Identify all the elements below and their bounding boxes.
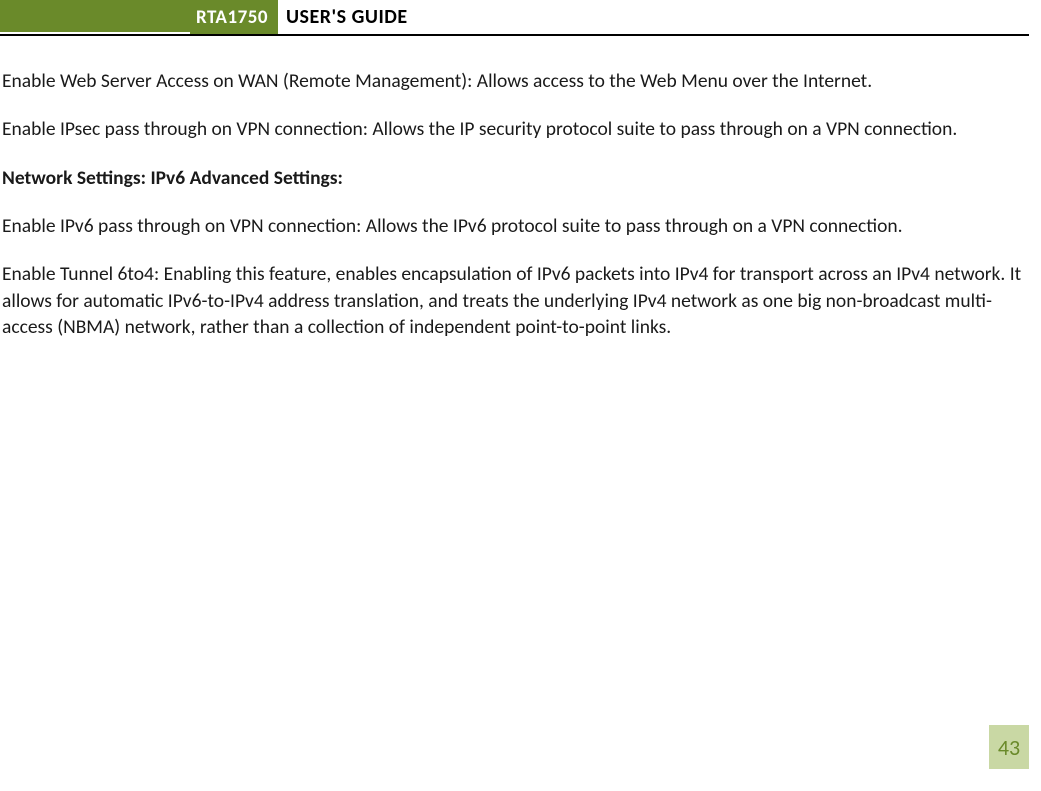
heading-ipv6-advanced: IPv6 Advanced Settings:	[150, 166, 342, 190]
section-heading-ipv6: Network Settings: IPv6 Advanced Settings…	[2, 165, 1027, 191]
paragraph-ipv6-passthrough: Enable IPv6 pass through on VPN connecti…	[2, 213, 1027, 239]
heading-separator: :	[141, 166, 151, 190]
paragraph-web-server-access: Enable Web Server Access on WAN (Remote …	[2, 68, 1027, 94]
document-header: RTA1750 USER'S GUIDE	[0, 0, 1029, 36]
page-number-badge: 43	[989, 725, 1029, 769]
heading-network-settings: Network Settings	[2, 166, 141, 190]
document-body: Enable Web Server Access on WAN (Remote …	[0, 36, 1041, 340]
document-title: USER'S GUIDE	[278, 0, 408, 34]
paragraph-ipsec-passthrough: Enable IPsec pass through on VPN connect…	[2, 116, 1027, 142]
paragraph-tunnel-6to4: Enable Tunnel 6to4: Enabling this featur…	[2, 261, 1027, 340]
header-accent-bar	[0, 0, 190, 32]
product-model: RTA1750	[190, 0, 278, 34]
